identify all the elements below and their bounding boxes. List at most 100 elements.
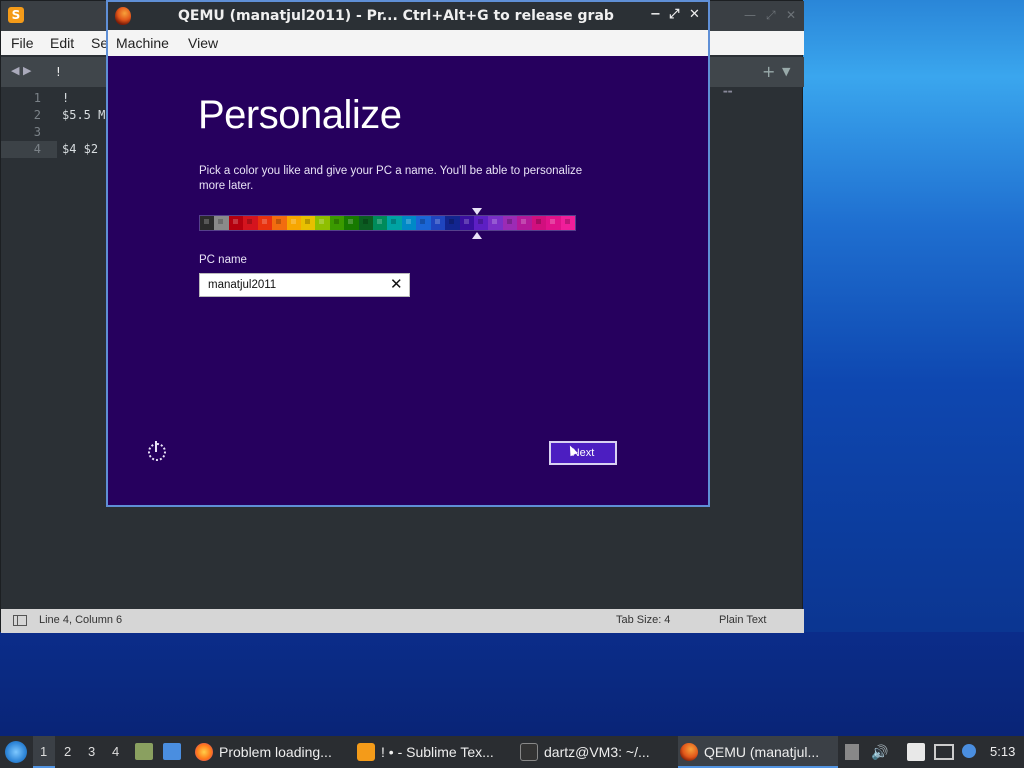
color-swatch[interactable] [502,216,518,230]
qemu-window: QEMU (manatjul2011) - Pr... Ctrl+Alt+G t… [106,0,710,507]
taskbar: 1 2 3 4 Problem loading... ! • - Sublime… [0,736,1024,768]
workspace-2[interactable]: 2 [64,744,71,759]
swatch-accent [377,219,383,224]
network-icon[interactable] [934,744,954,760]
color-swatch[interactable] [329,216,345,230]
color-swatch[interactable] [315,216,330,230]
workspace-4[interactable]: 4 [112,744,119,759]
swatch-accent [304,219,310,224]
color-swatch[interactable] [344,216,359,230]
taskbar-app-label: QEMU (manatjul... [704,744,820,760]
color-swatch[interactable] [474,216,489,230]
color-swatch[interactable] [228,216,244,230]
color-swatch[interactable] [243,216,258,230]
swatch-accent [333,219,339,224]
color-swatch[interactable] [200,216,215,230]
taskbar-app-sublime[interactable]: ! • - Sublime Tex... [355,736,510,768]
taskbar-app-label: Problem loading... [219,744,332,760]
close-icon[interactable]: ✕ [689,7,700,22]
swatch-accent [232,219,238,224]
color-swatch[interactable] [445,216,460,230]
code-line[interactable]: $4 $2 [62,142,98,156]
show-desktop-icon[interactable] [163,743,181,760]
code-line[interactable]: ! [62,91,69,105]
taskbar-app-firefox[interactable]: Problem loading... [193,736,348,768]
close-icon[interactable]: ✕ [786,8,796,22]
file-manager-icon[interactable] [135,743,153,760]
pc-name-input[interactable]: manatjul2011 [199,273,410,297]
maximize-icon[interactable]: ⤢ [669,7,679,22]
color-picker-marker-top [472,208,482,215]
menu-edit[interactable]: Edit [50,35,74,51]
swatch-accent [550,219,556,224]
menu-view[interactable]: View [188,35,218,51]
line-number: 1 [33,91,41,105]
swatch-accent [290,219,296,224]
clock[interactable]: 5:13 [990,744,1015,759]
swatch-accent [362,219,368,224]
workspace-1[interactable]: 1 [40,744,47,759]
swatch-accent [420,219,426,224]
volume-icon[interactable]: 🔊 [871,744,888,761]
color-swatch[interactable] [430,216,446,230]
editor-tab[interactable]: ! [56,65,61,79]
color-swatch[interactable] [300,216,316,230]
line-gutter [1,89,57,609]
color-swatch[interactable] [286,216,301,230]
tab-nav-arrows-icon[interactable]: ◀ ▶ [11,64,31,77]
swatch-accent [535,219,541,224]
syntax-selector[interactable]: Plain Text [719,614,767,626]
color-picker-marker-bottom [472,232,482,239]
color-swatch[interactable] [560,216,575,230]
qemu-icon [680,743,698,761]
status-bar: Line 4, Column 6 Tab Size: 4 Plain Text [1,609,804,633]
minimap[interactable]: ▬▬ [723,89,739,99]
next-button[interactable]: Next [549,441,617,465]
color-swatch[interactable] [546,216,561,230]
color-swatch[interactable] [214,216,229,230]
tab-list-icon[interactable]: ▼ [782,65,790,78]
color-palette[interactable] [199,215,576,231]
color-swatch[interactable] [387,216,402,230]
color-swatch[interactable] [373,216,388,230]
new-tab-icon[interactable]: + [762,62,775,81]
color-swatch[interactable] [401,216,417,230]
code-line[interactable]: $5.5 M [62,108,105,122]
line-number: 4 [33,142,41,156]
color-swatch[interactable] [517,216,532,230]
start-menu-icon[interactable] [5,741,27,763]
firefox-icon [195,743,213,761]
color-swatch[interactable] [531,216,547,230]
swatch-accent [449,219,455,224]
color-swatch[interactable] [358,216,374,230]
swatch-accent [506,219,512,224]
minimize-icon[interactable]: − [650,7,661,22]
swatch-accent [218,219,224,224]
menu-file[interactable]: File [11,35,34,51]
clear-input-icon[interactable]: ✕ [390,275,403,293]
color-swatch[interactable] [488,216,503,230]
qemu-app-icon [115,7,131,25]
taskbar-app-terminal[interactable]: dartz@VM3: ~/... [518,736,673,768]
tab-size[interactable]: Tab Size: 4 [616,614,670,626]
taskbar-app-qemu[interactable]: QEMU (manatjul... [678,736,838,768]
minimize-icon[interactable]: — [744,8,756,22]
color-swatch[interactable] [272,216,287,230]
tray-scroll-icon[interactable] [845,744,859,760]
guest-display[interactable]: Personalize Pick a color you like and gi… [108,56,708,505]
qemu-window-title: QEMU (manatjul2011) - Pr... Ctrl+Alt+G t… [178,8,614,24]
color-swatch[interactable] [459,216,475,230]
clipboard-icon[interactable] [907,743,925,761]
swatch-accent [319,219,325,224]
maximize-icon[interactable]: ⤢ [766,8,776,23]
qemu-titlebar[interactable]: QEMU (manatjul2011) - Pr... Ctrl+Alt+G t… [108,2,708,30]
workspace-3[interactable]: 3 [88,744,95,759]
swatch-accent [492,219,498,224]
color-swatch[interactable] [416,216,431,230]
color-swatch[interactable] [257,216,273,230]
ease-of-access-icon[interactable] [148,441,166,461]
notification-icon[interactable] [962,744,976,758]
sidebar-toggle-icon[interactable] [13,615,27,626]
menu-machine[interactable]: Machine [116,35,169,51]
cursor-position: Line 4, Column 6 [39,614,123,626]
